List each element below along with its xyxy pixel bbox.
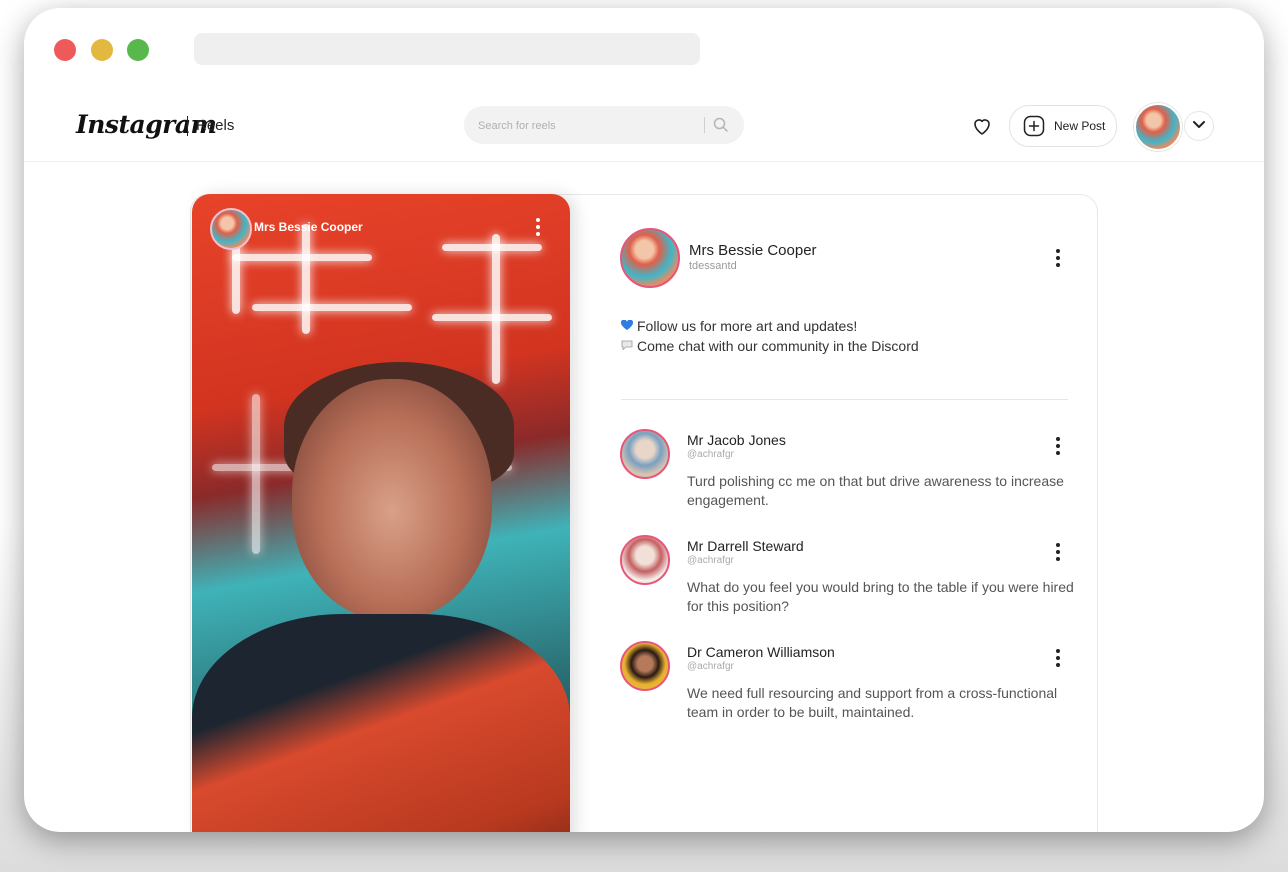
comment-author-handle: @achrafgr — [687, 661, 734, 672]
post-author-avatar[interactable] — [620, 228, 680, 288]
plus-square-icon — [1023, 115, 1045, 137]
comment-text: We need full resourcing and support from… — [687, 685, 1058, 720]
logo-divider — [187, 116, 188, 136]
comment-more-icon[interactable] — [1052, 649, 1064, 669]
bio-line: Come chat with our community in the Disc… — [621, 338, 919, 354]
search-input[interactable] — [476, 115, 690, 137]
comment-item: Mr Darrell Steward @achrafgr What do you… — [620, 535, 1090, 635]
browser-window: Instagram Reels New Post — [24, 8, 1264, 832]
search-bar — [464, 106, 744, 144]
comment-more-icon[interactable] — [1052, 437, 1064, 457]
search-icon[interactable] — [712, 116, 730, 134]
new-post-button[interactable]: New Post — [1009, 105, 1117, 147]
speech-bubble-icon — [621, 340, 633, 350]
comment-more-icon[interactable] — [1052, 543, 1064, 563]
profile-menu-button[interactable] — [1184, 111, 1214, 141]
comment-author-handle: @achrafgr — [687, 555, 734, 566]
bio-text: Come chat with our community in the Disc… — [637, 338, 919, 354]
bio-text: Follow us for more art and updates! — [637, 318, 858, 334]
blue-heart-icon — [621, 320, 633, 330]
reel-video[interactable]: Mrs Bessie Cooper — [192, 194, 570, 832]
comment-author-handle: @achrafgr — [687, 449, 734, 460]
heart-icon[interactable] — [970, 114, 994, 138]
neon-stroke — [252, 304, 412, 311]
reel-author-avatar[interactable] — [210, 208, 252, 250]
search-divider — [704, 117, 705, 133]
subject-face — [292, 379, 492, 619]
neon-stroke — [302, 224, 310, 334]
comment-avatar[interactable] — [620, 429, 670, 479]
subject-jacket — [192, 614, 570, 832]
post-author-name[interactable]: Mrs Bessie Cooper — [689, 242, 817, 259]
bio-line: Follow us for more art and updates! — [621, 318, 857, 334]
address-bar[interactable] — [194, 33, 700, 65]
maximize-window-button[interactable] — [127, 39, 149, 61]
neon-stroke — [252, 394, 260, 554]
comment-avatar[interactable] — [620, 535, 670, 585]
neon-stroke — [432, 314, 552, 321]
comment-item: Mr Jacob Jones @achrafgr Turd polishing … — [620, 429, 1090, 529]
chevron-down-icon — [1193, 121, 1205, 128]
section-title: Reels — [196, 117, 235, 134]
comment-text: Turd polishing cc me on that but drive a… — [687, 473, 1064, 508]
comment-text: What do you feel you would bring to the … — [687, 579, 1074, 614]
app-header: Instagram Reels New Post — [24, 98, 1264, 162]
minimize-window-button[interactable] — [91, 39, 113, 61]
post-more-icon[interactable] — [1052, 249, 1064, 269]
reel-author-name[interactable]: Mrs Bessie Cooper — [254, 220, 363, 234]
comment-author-name[interactable]: Mr Jacob Jones — [687, 432, 786, 448]
profile-avatar[interactable] — [1134, 103, 1182, 151]
reel-more-icon[interactable] — [532, 218, 544, 238]
neon-stroke — [492, 234, 500, 384]
new-post-label: New Post — [1054, 119, 1106, 133]
comment-author-name[interactable]: Mr Darrell Steward — [687, 538, 804, 554]
close-window-button[interactable] — [54, 39, 76, 61]
post-author-handle: tdessantd — [689, 260, 737, 272]
comment-avatar[interactable] — [620, 641, 670, 691]
comment-item: Dr Cameron Williamson @achrafgr We need … — [620, 641, 1090, 741]
comment-author-name[interactable]: Dr Cameron Williamson — [687, 644, 835, 660]
section-divider — [621, 399, 1068, 400]
